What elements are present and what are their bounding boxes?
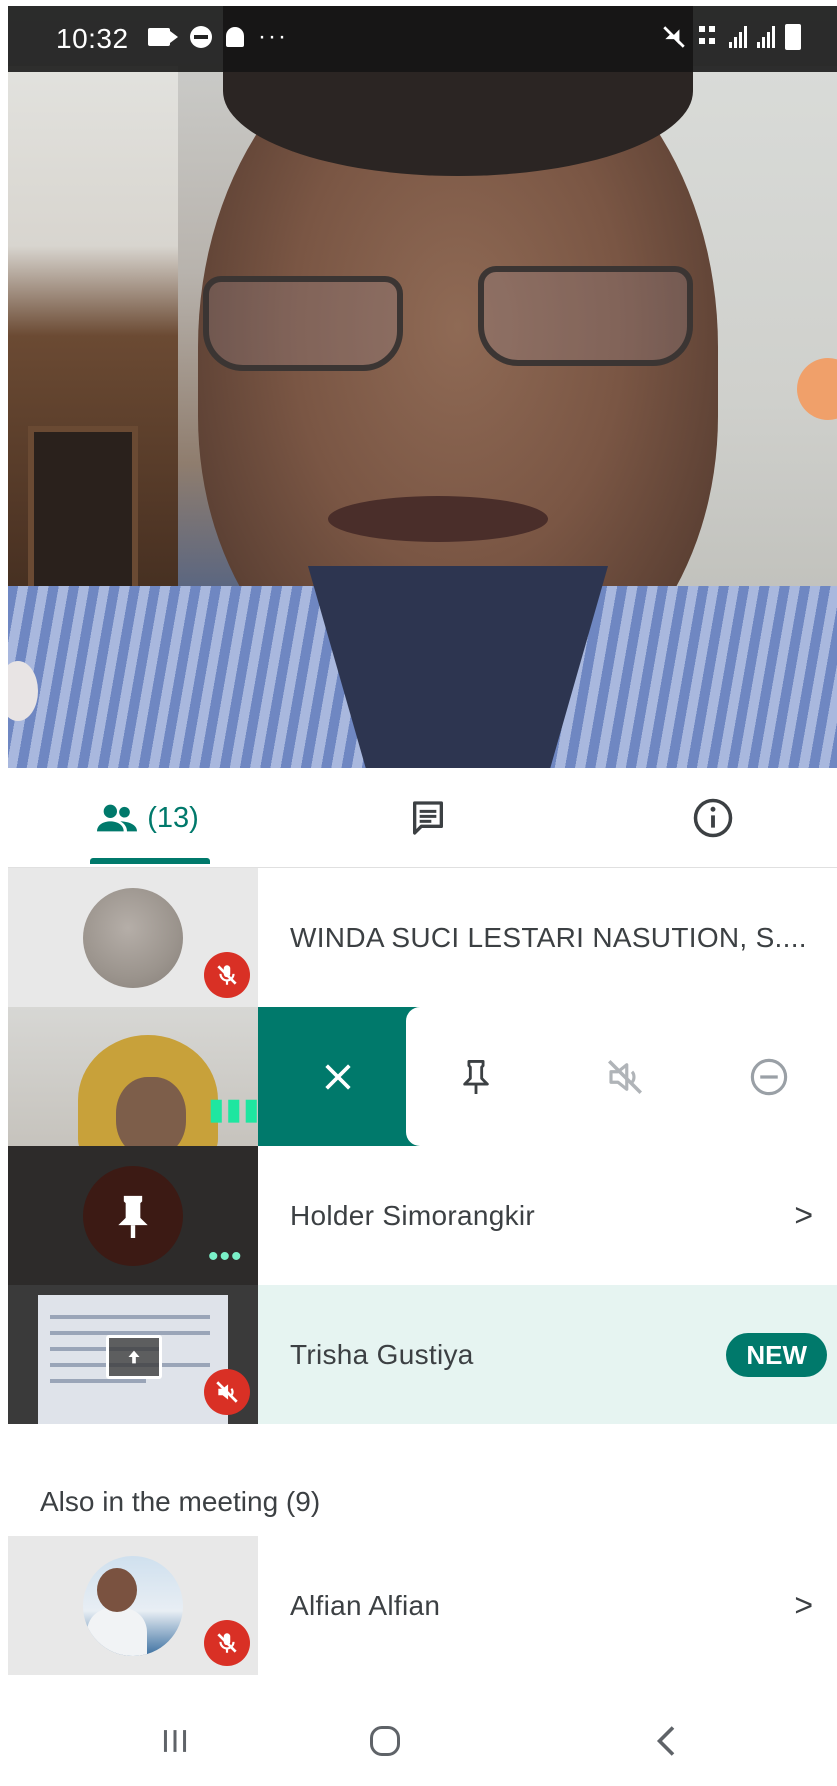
signal-sim1-icon	[729, 26, 747, 48]
status-bar: 10:32 ···	[8, 6, 837, 72]
close-actions-button[interactable]	[293, 1007, 383, 1146]
dnd-icon	[190, 26, 212, 48]
participant-thumbnail: ▮▮▮	[8, 1007, 258, 1146]
panel-tab-bar: (13)	[8, 768, 837, 868]
participant-thumbnail: •••	[8, 1146, 258, 1285]
new-badge: NEW	[726, 1333, 827, 1377]
avatar	[83, 888, 183, 988]
remove-participant-button[interactable]	[724, 1007, 814, 1146]
participant-row[interactable]: Trisha Gustiya NEW	[8, 1285, 837, 1424]
participant-thumbnail	[8, 1536, 258, 1675]
also-in-meeting-header: Also in the meeting (9)	[40, 1486, 321, 1517]
participant-row[interactable]: WINDA SUCI LESTARI NASUTION, S....	[8, 868, 837, 1007]
wifi-calling-icon	[699, 26, 715, 44]
avatar	[83, 1166, 183, 1266]
participant-name: Holder Simorangkir	[290, 1199, 536, 1231]
active-tab-indicator	[90, 858, 210, 864]
people-icon	[97, 804, 138, 832]
recents-button[interactable]	[130, 1696, 220, 1786]
participant-thumbnail	[8, 868, 258, 1007]
participant-actions-tray	[258, 1007, 837, 1146]
tab-people[interactable]: (13)	[78, 768, 218, 868]
system-nav-bar	[8, 1696, 837, 1786]
chevron-right-icon[interactable]: >	[794, 1587, 813, 1624]
participant-row[interactable]: ••• Holder Simorangkir >	[8, 1146, 837, 1285]
mute-participant-button[interactable]	[580, 1007, 670, 1146]
main-video-feed[interactable]	[8, 6, 837, 768]
more-dots-icon: ···	[258, 23, 288, 50]
mic-off-icon	[204, 1620, 250, 1666]
audio-level-icon: ▮▮▮	[208, 1093, 258, 1126]
chat-icon	[413, 801, 443, 835]
home-icon	[370, 1726, 400, 1756]
participant-name: Trisha Gustiya	[290, 1338, 474, 1370]
status-time: 10:32	[56, 23, 129, 54]
close-icon	[325, 1063, 351, 1090]
mute-vibrate-icon	[663, 26, 685, 48]
pin-icon	[118, 1195, 148, 1238]
pin-button[interactable]	[431, 1007, 521, 1146]
volume-off-icon	[204, 1369, 250, 1415]
pin-icon	[463, 1059, 489, 1094]
presenting-icon	[106, 1335, 162, 1379]
chevron-right-icon[interactable]: >	[794, 1197, 813, 1234]
participant-name: Alfian Alfian	[290, 1589, 441, 1621]
app-frame: 10:32 ··· (13) WINDA SUCI LESTARI NASUTI…	[8, 6, 837, 1786]
audio-level-icon: •••	[208, 1240, 243, 1273]
remove-icon	[750, 1058, 788, 1095]
participant-row[interactable]: Alfian Alfian >	[8, 1536, 837, 1675]
back-button[interactable]	[622, 1696, 712, 1786]
participant-row[interactable]: ▮▮▮	[8, 1007, 837, 1146]
battery-icon	[785, 24, 801, 50]
recents-icon	[163, 1730, 187, 1752]
tab-info[interactable]	[663, 768, 763, 868]
home-button[interactable]	[340, 1696, 430, 1786]
people-count: (13)	[147, 801, 199, 834]
participant-thumbnail	[8, 1285, 258, 1424]
back-icon	[656, 1726, 675, 1756]
avatar	[83, 1556, 183, 1656]
tab-chat[interactable]	[378, 768, 478, 868]
notification-bell-icon	[226, 27, 244, 47]
info-icon	[693, 798, 733, 838]
video-camera-icon	[148, 28, 178, 46]
signal-sim2-icon	[757, 26, 775, 48]
mute-icon	[608, 1059, 642, 1094]
mic-off-icon	[204, 952, 250, 998]
participant-name: WINDA SUCI LESTARI NASUTION, S....	[290, 921, 807, 953]
